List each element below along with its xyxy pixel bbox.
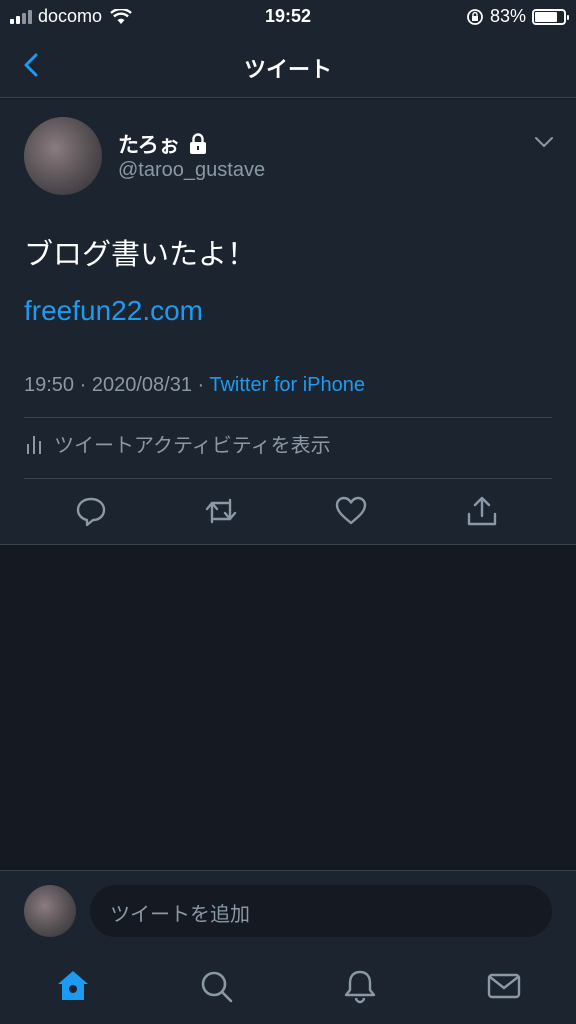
tweet-text: ブログ書いたよ！	[24, 237, 257, 271]
home-icon[interactable]	[55, 968, 91, 1004]
page-title: ツイート	[243, 58, 332, 83]
notifications-icon[interactable]	[342, 968, 378, 1004]
reply-input[interactable]: ツイートを追加	[90, 885, 552, 937]
orientation-lock-icon	[467, 8, 483, 25]
search-icon[interactable]	[198, 968, 234, 1004]
display-name[interactable]: たろぉ	[118, 129, 180, 159]
retweet-icon[interactable]	[204, 494, 238, 528]
display-name-row[interactable]: たろぉ	[118, 129, 208, 159]
chevron-down-icon[interactable]	[534, 135, 554, 149]
tab-bar	[0, 954, 576, 1024]
tweet-date: 2020/08/31	[91, 374, 192, 396]
tweet-source[interactable]: Twitter for iPhone	[209, 374, 365, 396]
tweet-time: 19:50	[24, 374, 75, 396]
status-bar: docomo 19:52 83%	[0, 0, 576, 34]
avatar[interactable]	[24, 117, 102, 195]
user-handle[interactable]: @taroo_gustave	[118, 159, 265, 182]
divider	[24, 478, 552, 479]
divider	[24, 417, 552, 418]
like-icon[interactable]	[334, 494, 368, 528]
meta-separator: ·	[79, 374, 92, 396]
avatar	[24, 885, 76, 937]
activity-label[interactable]: ツイートアクティビティを表示	[54, 429, 331, 458]
tweet-meta: 19:50 · 2020/08/31 · Twitter for iPhone	[24, 374, 365, 397]
reply-icon[interactable]	[74, 494, 108, 528]
reply-composer: ツイートを追加	[0, 870, 576, 954]
share-icon[interactable]	[465, 494, 499, 528]
messages-icon[interactable]	[486, 968, 522, 1004]
tweet-activity-link[interactable]: ツイートアクティビティを表示	[24, 429, 331, 458]
meta-separator: ·	[197, 374, 210, 396]
status-right: 83%	[466, 6, 569, 27]
nav-bar: ツイート	[0, 34, 576, 98]
activity-icon	[27, 435, 41, 454]
battery-icon	[532, 8, 569, 25]
tweet-detail: たろぉ @taroo_gustave ブログ書いたよ！ freefun22.co…	[0, 99, 576, 545]
lock-icon	[189, 133, 206, 154]
battery-percent: 83%	[489, 6, 526, 26]
tweet-link[interactable]: freefun22.com	[24, 295, 203, 327]
tweet-actions	[0, 494, 576, 534]
